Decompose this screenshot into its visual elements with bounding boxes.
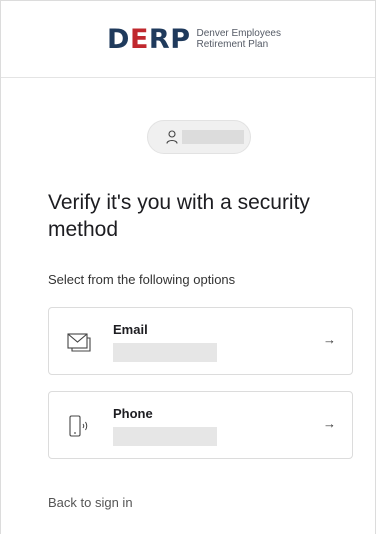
user-identifier-pill [147, 120, 251, 154]
page-title: Verify it's you with a security method [48, 191, 310, 241]
logo-letter-e: E [129, 23, 149, 55]
user-identifier-redacted [182, 130, 244, 144]
phone-option-button[interactable]: Phone → [48, 391, 353, 459]
user-icon [166, 130, 178, 144]
logo-text-line1: Denver Employees [196, 28, 281, 39]
derp-logo: D E R P Denver Employees Retirement Plan [107, 26, 281, 53]
back-to-sign-in-link[interactable]: Back to sign in [48, 495, 133, 510]
logo-mark: D E R P [107, 26, 190, 53]
logo-letter-d: D [107, 23, 130, 55]
logo-text: Denver Employees Retirement Plan [196, 28, 280, 50]
arrow-right-icon: → [323, 332, 336, 347]
phone-icon [69, 415, 88, 437]
header: D E R P Denver Employees Retirement Plan [1, 1, 375, 78]
phone-option-label: Phone [113, 406, 153, 421]
logo-letter-p: P [170, 23, 191, 55]
email-option-label: Email [113, 322, 148, 337]
page-subtitle: Select from the following options [48, 272, 236, 287]
email-option-button[interactable]: Email → [48, 307, 353, 375]
phone-detail-redacted [113, 427, 217, 446]
email-detail-redacted [113, 343, 217, 362]
auth-card: D E R P Denver Employees Retirement Plan… [0, 0, 376, 534]
arrow-right-icon: → [323, 416, 336, 431]
logo-text-line2: Retirement Plan [196, 39, 269, 50]
mail-icon [67, 333, 91, 352]
logo-letter-r: R [148, 23, 171, 55]
